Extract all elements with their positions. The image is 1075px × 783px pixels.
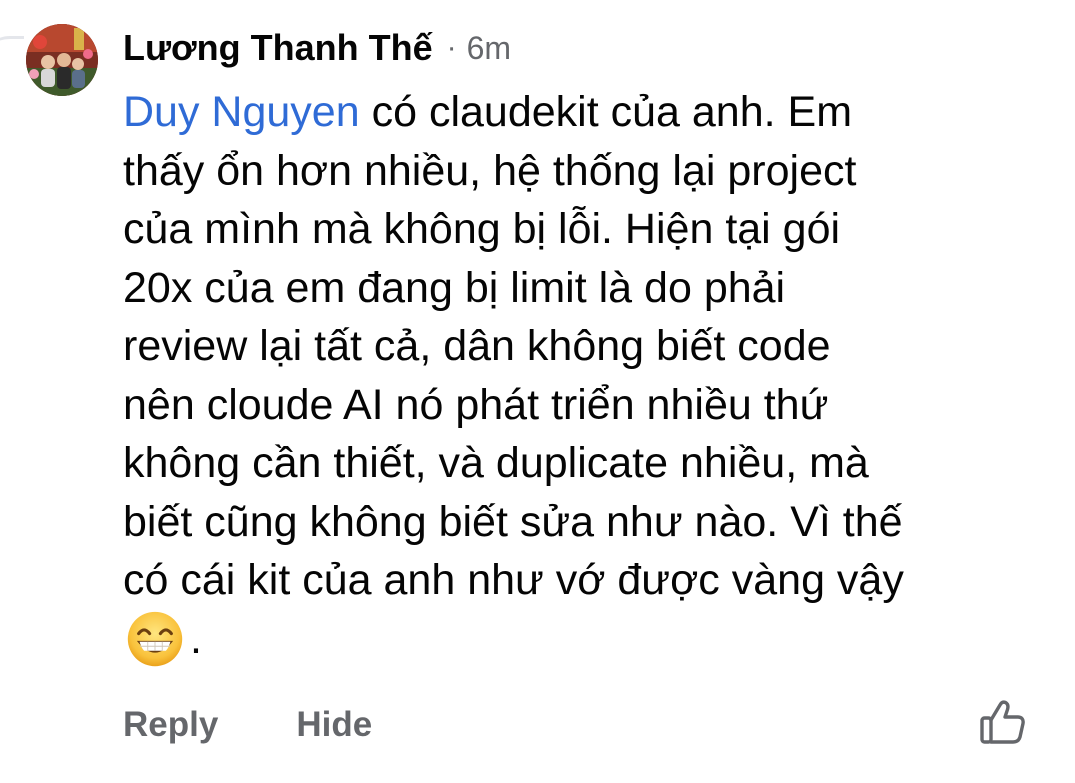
comment-line: biết cũng không biết sửa như nào. Vì thế — [123, 497, 903, 546]
comment: Lương Thanh Thế · 6m Duy Nguyen có claud… — [0, 0, 1075, 783]
comment-actions: Reply Hide — [123, 700, 372, 750]
separator-dot: · — [446, 31, 457, 64]
comment-line: thấy ổn hơn nhiều, hệ thống lại project — [123, 146, 857, 195]
like-button[interactable] — [978, 697, 1028, 747]
comment-text: có claudekit của anh. Em — [359, 88, 853, 136]
comment-line: có cái kit của anh như vớ được vàng vậy — [123, 556, 904, 604]
reply-button[interactable]: Reply — [123, 705, 218, 745]
comment-line: review lại tất cả, dân không biết code — [123, 322, 831, 370]
author-name[interactable]: Lương Thanh Thế — [123, 27, 433, 69]
avatar-photo — [26, 24, 98, 96]
mention-link[interactable]: Duy Nguyen — [123, 88, 360, 136]
comment-header: Lương Thanh Thế · 6m — [123, 22, 511, 74]
comment-line: 20x của em đang bị limit là do phải — [123, 263, 786, 312]
hide-button[interactable]: Hide — [296, 705, 372, 745]
comment-body: Duy Nguyen có claudekit của anh. Em thấy… — [123, 83, 1053, 668]
comment-line: Duy Nguyen có claudekit của anh. Em — [123, 83, 1053, 142]
emoji-line: . — [123, 610, 1053, 669]
comment-line: nên cloude AI nó phát triển nhiều thứ — [123, 380, 829, 429]
timestamp[interactable]: 6m — [467, 30, 511, 67]
comment-end-punctuation: . — [190, 614, 202, 663]
avatar[interactable] — [26, 24, 98, 96]
grinning-face-emoji-icon — [127, 611, 183, 666]
comment-line: của mình mà không bị lỗi. Hiện tại gói — [123, 205, 841, 253]
comment-line: không cần thiết, và duplicate nhiều, mà — [123, 439, 869, 487]
thumbs-up-icon — [980, 700, 1025, 744]
thread-connector — [0, 36, 24, 79]
